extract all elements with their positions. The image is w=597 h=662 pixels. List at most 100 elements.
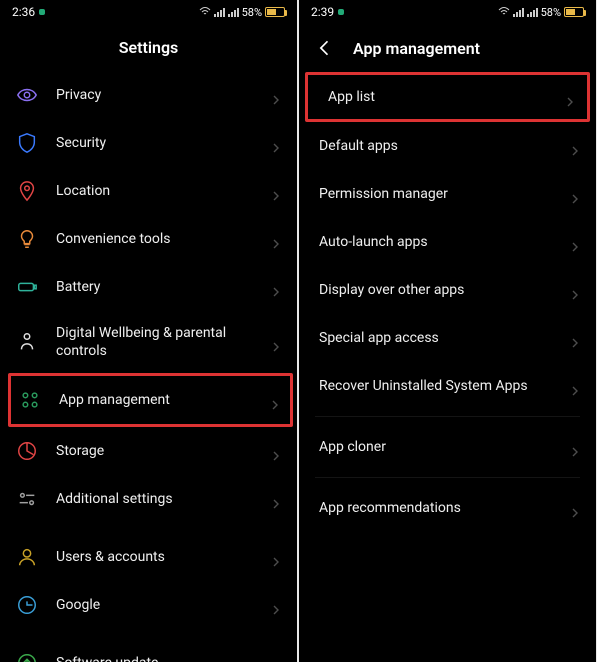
settings-item-battery[interactable]: Battery: [0, 263, 297, 311]
user-icon: [16, 546, 38, 568]
item-auto-launch-apps[interactable]: Auto-launch apps: [299, 218, 596, 266]
item-label: Users & accounts: [56, 548, 253, 566]
page-title: App management: [353, 39, 480, 58]
item-label: Display over other apps: [319, 281, 552, 299]
chevron-right-icon: [570, 285, 580, 295]
status-time: 2:36: [12, 5, 35, 19]
settings-item-google[interactable]: Google: [0, 581, 297, 629]
battery-icon: [265, 7, 285, 17]
divider: [315, 416, 580, 417]
item-label: Default apps: [319, 137, 552, 155]
settings-item-digital-wellbeing[interactable]: Digital Wellbeing & parental controls: [0, 311, 297, 373]
chevron-right-icon: [271, 234, 281, 244]
google-icon: [16, 594, 38, 616]
item-special-app-access[interactable]: Special app access: [299, 314, 596, 362]
chevron-right-icon: [570, 381, 580, 391]
chevron-right-icon: [271, 446, 281, 456]
settings-screen: 2:36 58% Settings Privacy Se: [0, 0, 297, 662]
item-label: Convenience tools: [56, 230, 253, 248]
chevron-right-icon: [270, 395, 280, 405]
chevron-right-icon: [271, 494, 281, 504]
item-permission-manager[interactable]: Permission manager: [299, 170, 596, 218]
settings-item-convenience-tools[interactable]: Convenience tools: [0, 215, 297, 263]
settings-item-additional-settings[interactable]: Additional settings: [0, 475, 297, 523]
item-app-recommendations[interactable]: App recommendations: [299, 484, 596, 532]
settings-item-users-accounts[interactable]: Users & accounts: [0, 533, 297, 581]
chevron-right-icon: [271, 138, 281, 148]
settings-item-storage[interactable]: Storage: [0, 427, 297, 475]
app-management-list: App list Default apps Permission manager…: [299, 72, 596, 662]
item-display-over-other-apps[interactable]: Display over other apps: [299, 266, 596, 314]
item-label: Recover Uninstalled System Apps: [319, 377, 552, 395]
chevron-right-icon: [565, 92, 575, 102]
item-label: App recommendations: [319, 499, 552, 517]
item-app-list[interactable]: App list: [305, 72, 590, 122]
chevron-right-icon: [570, 189, 580, 199]
page-title: Settings: [119, 38, 179, 57]
battery-percent: 58%: [541, 6, 561, 19]
item-label: Software update: [56, 654, 253, 662]
notification-dot-icon: [338, 9, 344, 15]
item-label: Security: [56, 134, 253, 152]
item-label: Digital Wellbeing & parental controls: [56, 324, 253, 360]
status-bar: 2:36 58%: [0, 0, 297, 24]
signal-icon-2: [228, 7, 239, 17]
screen-header: App management: [299, 24, 596, 72]
shield-icon: [16, 132, 38, 154]
privacy-icon: [16, 84, 38, 106]
status-bar: 2:39 58%: [299, 0, 596, 24]
chevron-right-icon: [271, 337, 281, 347]
settings-item-privacy[interactable]: Privacy: [0, 71, 297, 119]
status-time: 2:39: [311, 5, 334, 19]
chevron-right-icon: [570, 141, 580, 151]
item-label: Additional settings: [56, 490, 253, 508]
item-app-cloner[interactable]: App cloner: [299, 423, 596, 471]
item-label: Permission manager: [319, 185, 552, 203]
chevron-right-icon: [271, 658, 281, 662]
item-label: Special app access: [319, 329, 552, 347]
location-pin-icon: [16, 180, 38, 202]
update-arrow-icon: [16, 652, 38, 662]
item-label: Location: [56, 182, 253, 200]
wellbeing-icon: [16, 331, 38, 353]
item-label: Auto-launch apps: [319, 233, 552, 251]
chevron-right-icon: [570, 237, 580, 247]
settings-list: Privacy Security Location Convenience to…: [0, 71, 297, 662]
back-button[interactable]: [315, 38, 335, 58]
chevron-right-icon: [271, 552, 281, 562]
settings-item-location[interactable]: Location: [0, 167, 297, 215]
settings-item-app-management[interactable]: App management: [8, 373, 293, 427]
battery-icon: [564, 7, 584, 17]
chevron-right-icon: [271, 282, 281, 292]
chevron-right-icon: [271, 90, 281, 100]
item-label: Privacy: [56, 86, 253, 104]
chevron-right-icon: [271, 186, 281, 196]
bulb-icon: [16, 228, 38, 250]
divider: [315, 477, 580, 478]
item-recover-uninstalled-system-apps[interactable]: Recover Uninstalled System Apps: [299, 362, 596, 410]
wifi-icon: [199, 7, 211, 17]
signal-icon: [513, 7, 524, 17]
chevron-right-icon: [570, 333, 580, 343]
item-label: App cloner: [319, 438, 552, 456]
chevron-right-icon: [570, 442, 580, 452]
screen-header: Settings: [0, 24, 297, 71]
app-management-screen: 2:39 58% App management App list Default…: [299, 0, 596, 662]
item-label: App management: [59, 391, 252, 409]
apps-grid-icon: [19, 389, 41, 411]
settings-item-security[interactable]: Security: [0, 119, 297, 167]
item-label: Storage: [56, 442, 253, 460]
wifi-icon: [498, 7, 510, 17]
battery-percent: 58%: [242, 6, 262, 19]
notification-dot-icon: [39, 9, 45, 15]
item-label: Battery: [56, 278, 253, 296]
chevron-right-icon: [271, 600, 281, 610]
settings-item-software-update[interactable]: Software update: [0, 639, 297, 662]
sliders-icon: [16, 488, 38, 510]
battery-icon: [16, 276, 38, 298]
item-default-apps[interactable]: Default apps: [299, 122, 596, 170]
signal-icon: [214, 7, 225, 17]
item-label: App list: [328, 88, 547, 106]
item-label: Google: [56, 596, 253, 614]
chevron-right-icon: [570, 503, 580, 513]
